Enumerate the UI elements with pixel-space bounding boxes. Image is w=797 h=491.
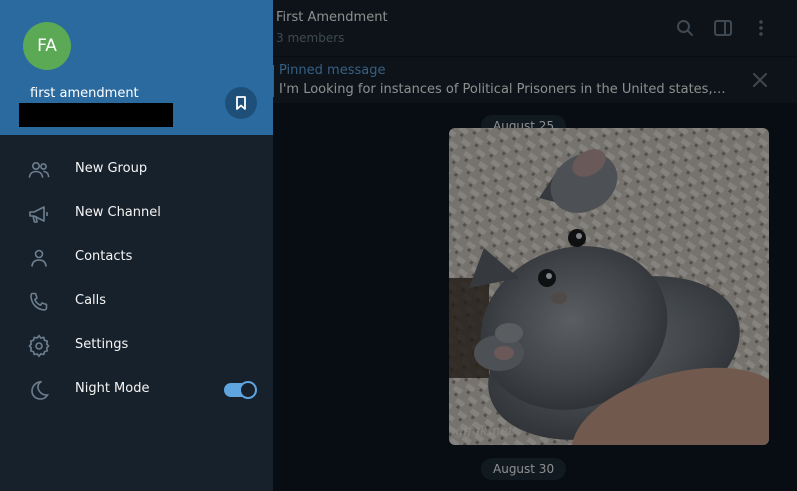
bookmark-icon bbox=[236, 96, 246, 110]
contacts-icon bbox=[27, 246, 51, 270]
menu-item-label: Contacts bbox=[75, 249, 133, 264]
avatar[interactable]: FA bbox=[23, 22, 71, 70]
menu-item-new-channel[interactable]: New Channel bbox=[0, 192, 273, 236]
calls-icon bbox=[27, 290, 51, 314]
menu-item-label: Calls bbox=[75, 293, 107, 308]
menu-item-night-mode[interactable]: Night Mode bbox=[0, 368, 273, 412]
night-mode-icon bbox=[27, 378, 51, 402]
menu-item-label: Settings bbox=[75, 337, 129, 352]
side-menu: FA first amendment New Group New Channel bbox=[0, 0, 273, 491]
profile-name: first amendment bbox=[30, 86, 139, 101]
menu-item-calls[interactable]: Calls bbox=[0, 280, 273, 324]
menu-item-contacts[interactable]: Contacts bbox=[0, 236, 273, 280]
menu-item-settings[interactable]: Settings bbox=[0, 324, 273, 368]
redacted-block bbox=[19, 103, 173, 127]
menu-item-label: New Channel bbox=[75, 205, 161, 220]
toggle-knob bbox=[239, 381, 257, 399]
settings-icon bbox=[27, 334, 51, 358]
saved-messages-button[interactable] bbox=[225, 87, 257, 119]
menu-item-label: Night Mode bbox=[75, 381, 150, 396]
menu-item-label: New Group bbox=[75, 161, 148, 176]
menu-profile-header: FA first amendment bbox=[0, 0, 273, 135]
new-group-icon bbox=[27, 158, 51, 182]
night-mode-toggle[interactable] bbox=[224, 380, 257, 400]
menu-item-new-group[interactable]: New Group bbox=[0, 148, 273, 192]
new-channel-icon bbox=[27, 202, 51, 226]
